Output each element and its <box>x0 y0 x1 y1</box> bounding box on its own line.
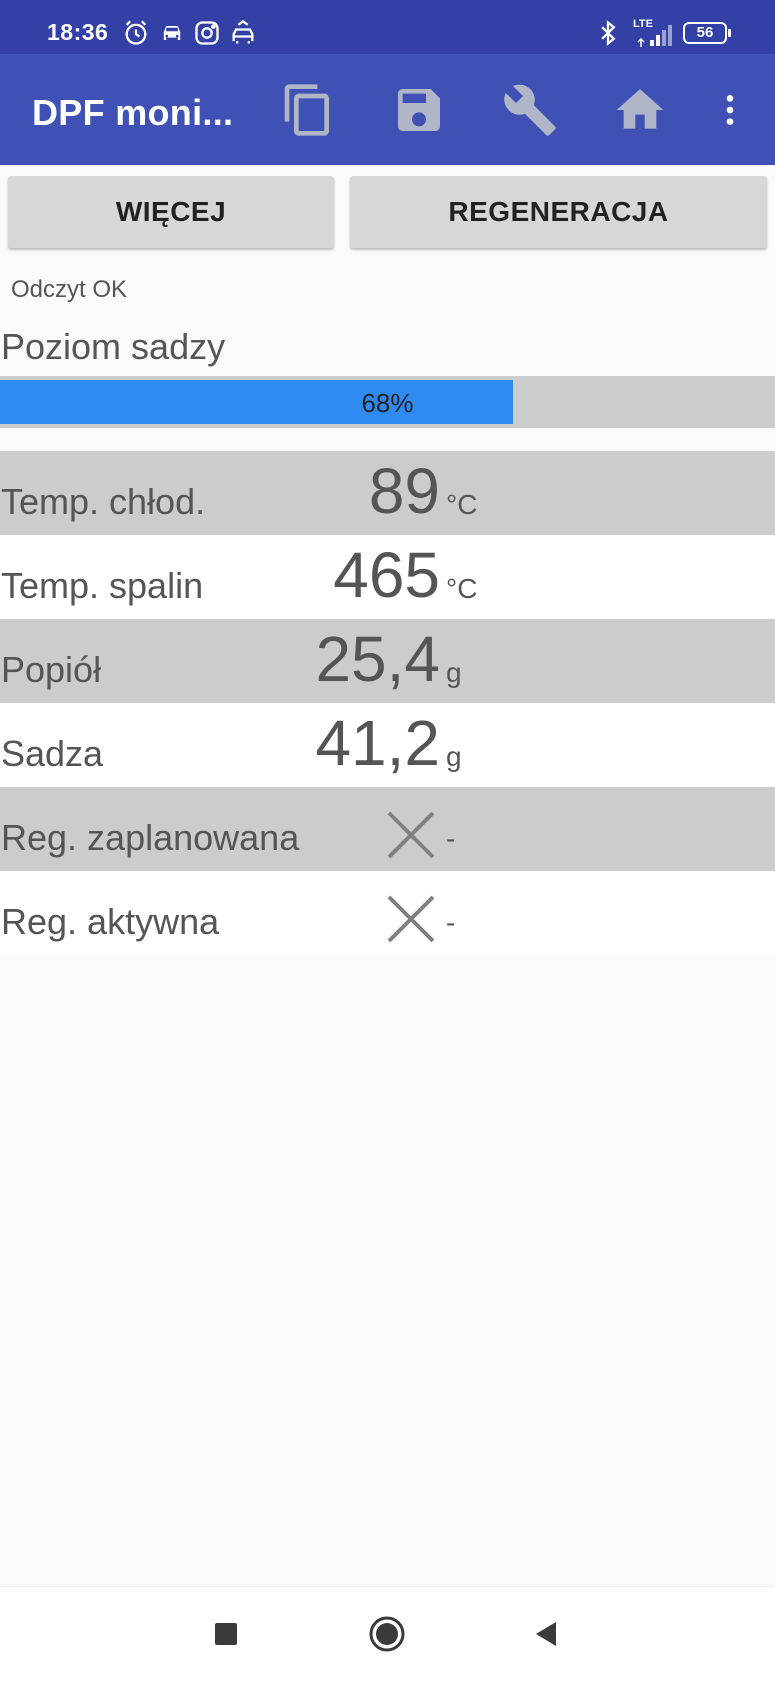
coolant-temp-row: Temp. chłod. 89 °C <box>0 451 775 535</box>
row-label: Temp. chłod. <box>1 481 206 522</box>
save-button[interactable] <box>389 80 449 140</box>
row-label: Popiół <box>1 649 102 690</box>
regeneration-button[interactable]: REGENERACJA <box>350 176 767 248</box>
home-circle-icon <box>369 1616 405 1652</box>
ash-row: Popiół 25,4 g <box>0 619 775 703</box>
back-button[interactable] <box>521 1609 571 1659</box>
lte-signal-icon <box>636 20 674 48</box>
home-icon <box>616 89 664 129</box>
read-status: Odczyt OK <box>11 276 128 303</box>
regen-active-row: Reg. aktywna - <box>0 871 775 955</box>
row-unit: °C <box>446 489 478 520</box>
row-value: 89 <box>368 455 440 527</box>
more-vert-icon <box>726 95 734 125</box>
row-value: - <box>446 823 456 854</box>
row-label: Temp. spalin <box>1 565 204 606</box>
settings-button[interactable] <box>500 80 560 140</box>
row-value: 465 <box>333 539 440 611</box>
soot-row: Sadza 41,2 g <box>0 703 775 787</box>
soot-progress-text: 68% <box>361 388 414 418</box>
status-time: 18:36 <box>47 19 109 45</box>
more-button[interactable]: WIĘCEJ <box>8 176 334 248</box>
wrench-icon <box>504 84 556 136</box>
battery-indicator: 56 <box>683 22 731 44</box>
status-bar: 18:36 LTE 56 <box>0 0 775 54</box>
app-bar: DPF moni... <box>0 54 775 165</box>
x-icon <box>387 811 435 859</box>
car-icon <box>158 19 186 47</box>
regen-planned-row: Reg. zaplanowana - <box>0 787 775 871</box>
alarm-icon <box>122 19 150 47</box>
instagram-icon <box>193 19 221 47</box>
recents-button[interactable] <box>201 1609 251 1659</box>
row-unit: g <box>446 741 462 772</box>
back-icon <box>536 1622 556 1646</box>
row-label: Reg. aktywna <box>1 901 220 942</box>
navigation-bar <box>0 1586 775 1681</box>
recents-icon <box>215 1623 237 1645</box>
row-value: 25,4 <box>315 623 440 695</box>
row-unit: g <box>446 657 462 688</box>
app-title: DPF moni... <box>32 92 234 133</box>
soot-progress-bar: 68% <box>0 376 775 428</box>
home-nav-button[interactable] <box>362 1609 412 1659</box>
soot-level-label: Poziom sadzy <box>1 326 226 367</box>
overflow-menu-button[interactable] <box>710 80 750 140</box>
row-label: Sadza <box>1 733 104 774</box>
row-unit: °C <box>446 573 478 604</box>
x-icon <box>387 895 435 943</box>
bluetooth-icon <box>594 19 622 47</box>
home-button[interactable] <box>610 80 670 140</box>
row-value: 41,2 <box>315 707 440 779</box>
car-front-icon <box>229 19 257 47</box>
row-value: - <box>446 907 456 938</box>
exhaust-temp-row: Temp. spalin 465 °C <box>0 535 775 619</box>
copy-button[interactable] <box>278 80 338 140</box>
save-icon <box>398 89 440 131</box>
row-label: Reg. zaplanowana <box>1 817 300 858</box>
copy-icon <box>284 84 329 136</box>
